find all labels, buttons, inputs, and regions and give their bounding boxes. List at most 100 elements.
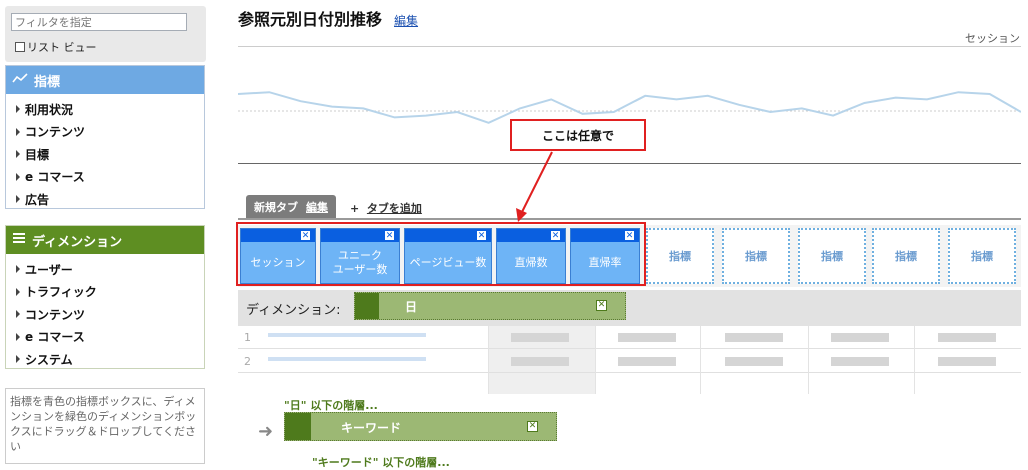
- help-text: 指標を青色の指標ボックスに、ディメンションを緑色のディメンションボックスにドラッ…: [5, 388, 205, 464]
- data-table: 1 2: [238, 326, 1021, 394]
- hierarchy-level2-name: "キーワード": [312, 456, 379, 469]
- metric-category-usage[interactable]: 利用状況: [16, 98, 204, 121]
- hierarchy-level2-label: "キーワード" 以下の階層...: [312, 454, 450, 470]
- filter-box: リスト ビュー: [5, 6, 206, 62]
- tab-new-label: 新規タブ: [254, 200, 298, 214]
- dimension-category-label: コンテンツ: [25, 307, 86, 322]
- report-title-row: 参照元別日付別推移 編集: [238, 6, 418, 30]
- cell-placeholder: [511, 333, 569, 342]
- empty-metric-slot[interactable]: 指標: [872, 228, 940, 284]
- plus-icon: +: [350, 202, 360, 215]
- column-divider: [488, 326, 489, 394]
- trend-line-icon: [12, 72, 28, 88]
- expand-arrow-icon: [16, 150, 20, 159]
- expand-arrow-icon: [16, 127, 20, 136]
- row-number: 2: [244, 355, 251, 368]
- dimension-category-label: トラフィック: [25, 285, 97, 300]
- dimension-pill-label: 日: [405, 300, 418, 314]
- edit-title-link[interactable]: 編集: [394, 12, 418, 29]
- tab-new[interactable]: 新規タブ 編集: [246, 195, 336, 218]
- empty-metric-slot[interactable]: 指標: [722, 228, 790, 284]
- cell-placeholder: [938, 333, 996, 342]
- expand-arrow-icon: [16, 355, 20, 364]
- hierarchy-level1-name: "日": [284, 399, 307, 412]
- list-view-toggle[interactable]: リスト ビュー: [15, 39, 97, 55]
- right-arrow-icon: ➜: [258, 421, 274, 442]
- table-row: [238, 374, 1021, 397]
- dimension-category-system[interactable]: システム: [16, 348, 204, 371]
- drag-handle-icon[interactable]: [285, 413, 311, 440]
- metric-category-ads[interactable]: 広告: [16, 188, 204, 211]
- cell-placeholder: [831, 357, 889, 366]
- chart-series-label: セッション: [965, 32, 1020, 45]
- dimension-category-ecommerce[interactable]: e コマース: [16, 326, 204, 349]
- dimension-category-label: ユーザー: [25, 262, 73, 277]
- dimension-category-users[interactable]: ユーザー: [16, 258, 204, 281]
- column-divider: [595, 326, 596, 394]
- tab-bar: 新規タブ 編集 + タブを追加: [238, 195, 1021, 220]
- remove-dimension-icon[interactable]: ✕: [527, 421, 538, 432]
- metric-category-label: 利用状況: [25, 102, 74, 117]
- metrics-panel-header[interactable]: 指標: [6, 66, 204, 94]
- column-divider: [700, 326, 701, 394]
- dimensions-panel-title: ディメンション: [32, 234, 123, 250]
- cell-placeholder: [938, 357, 996, 366]
- expand-arrow-icon: [16, 265, 20, 274]
- metric-category-label: 広告: [25, 192, 50, 207]
- add-tab-label: タブを追加: [366, 202, 422, 215]
- dimension-category-traffic[interactable]: トラフィック: [16, 281, 204, 304]
- list-view-label: リスト ビュー: [27, 41, 97, 54]
- annotation-callout: ここは任意で: [510, 119, 646, 151]
- empty-metric-slot[interactable]: 指標: [798, 228, 866, 284]
- dimension-category-label: e コマース: [25, 330, 85, 345]
- row-label-placeholder: [268, 357, 426, 361]
- dimension-pill-day[interactable]: 日 ✕: [354, 292, 626, 320]
- metric-category-goals[interactable]: 目標: [16, 143, 204, 166]
- column-divider: [808, 326, 809, 394]
- add-tab-button[interactable]: + タブを追加: [350, 200, 422, 216]
- annotation-highlight-box: [236, 222, 646, 286]
- dimension-label: ディメンション:: [246, 303, 341, 318]
- expand-arrow-icon: [16, 287, 20, 296]
- metric-category-label: コンテンツ: [25, 125, 86, 140]
- dimension-category-label: システム: [25, 352, 73, 367]
- dimension-category-content[interactable]: コンテンツ: [16, 303, 204, 326]
- metric-category-label: e コマース: [25, 170, 85, 185]
- filter-input[interactable]: [11, 13, 187, 31]
- metric-category-ecommerce[interactable]: e コマース: [16, 166, 204, 189]
- row-number: 1: [244, 331, 251, 344]
- expand-arrow-icon: [16, 310, 20, 319]
- metric-category-content[interactable]: コンテンツ: [16, 121, 204, 144]
- dimensions-panel: ディメンション ユーザー トラフィック コンテンツ e コマース システム: [5, 225, 205, 369]
- cell-placeholder: [618, 357, 676, 366]
- chart-bottom-divider: [238, 163, 1021, 164]
- metric-category-label: 目標: [25, 147, 50, 162]
- cell-placeholder: [725, 333, 783, 342]
- metrics-panel: 指標 利用状況 コンテンツ 目標 e コマース 広告: [5, 65, 205, 209]
- hierarchy-level1-label: "日" 以下の階層...: [284, 397, 378, 413]
- row-label-placeholder: [268, 333, 426, 337]
- drag-handle-icon[interactable]: [355, 293, 379, 319]
- dimension-drop-row: ディメンション: 日 ✕: [238, 290, 1021, 326]
- dimensions-panel-header[interactable]: ディメンション: [6, 226, 204, 254]
- expand-arrow-icon: [16, 172, 20, 181]
- list-icon: [12, 232, 26, 248]
- page-title: 参照元別日付別推移: [238, 10, 383, 29]
- metrics-panel-title: 指標: [34, 74, 61, 90]
- cell-placeholder: [618, 333, 676, 342]
- cell-placeholder: [511, 357, 569, 366]
- hierarchy-level2-suffix: 以下の階層...: [382, 456, 450, 469]
- cell-placeholder: [725, 357, 783, 366]
- cell-placeholder: [831, 333, 889, 342]
- expand-arrow-icon: [16, 105, 20, 114]
- remove-dimension-icon[interactable]: ✕: [596, 300, 607, 311]
- chart-top-divider: [238, 46, 1021, 47]
- list-view-checkbox[interactable]: [15, 42, 25, 52]
- expand-arrow-icon: [16, 332, 20, 341]
- empty-metric-slot[interactable]: 指標: [646, 228, 714, 284]
- tab-edit-link[interactable]: 編集: [306, 199, 328, 215]
- hierarchy-level1-suffix: 以下の階層...: [310, 399, 378, 412]
- column-divider: [914, 326, 915, 394]
- empty-metric-slot[interactable]: 指標: [948, 228, 1016, 284]
- dimension-pill-keyword[interactable]: キーワード ✕: [284, 412, 557, 441]
